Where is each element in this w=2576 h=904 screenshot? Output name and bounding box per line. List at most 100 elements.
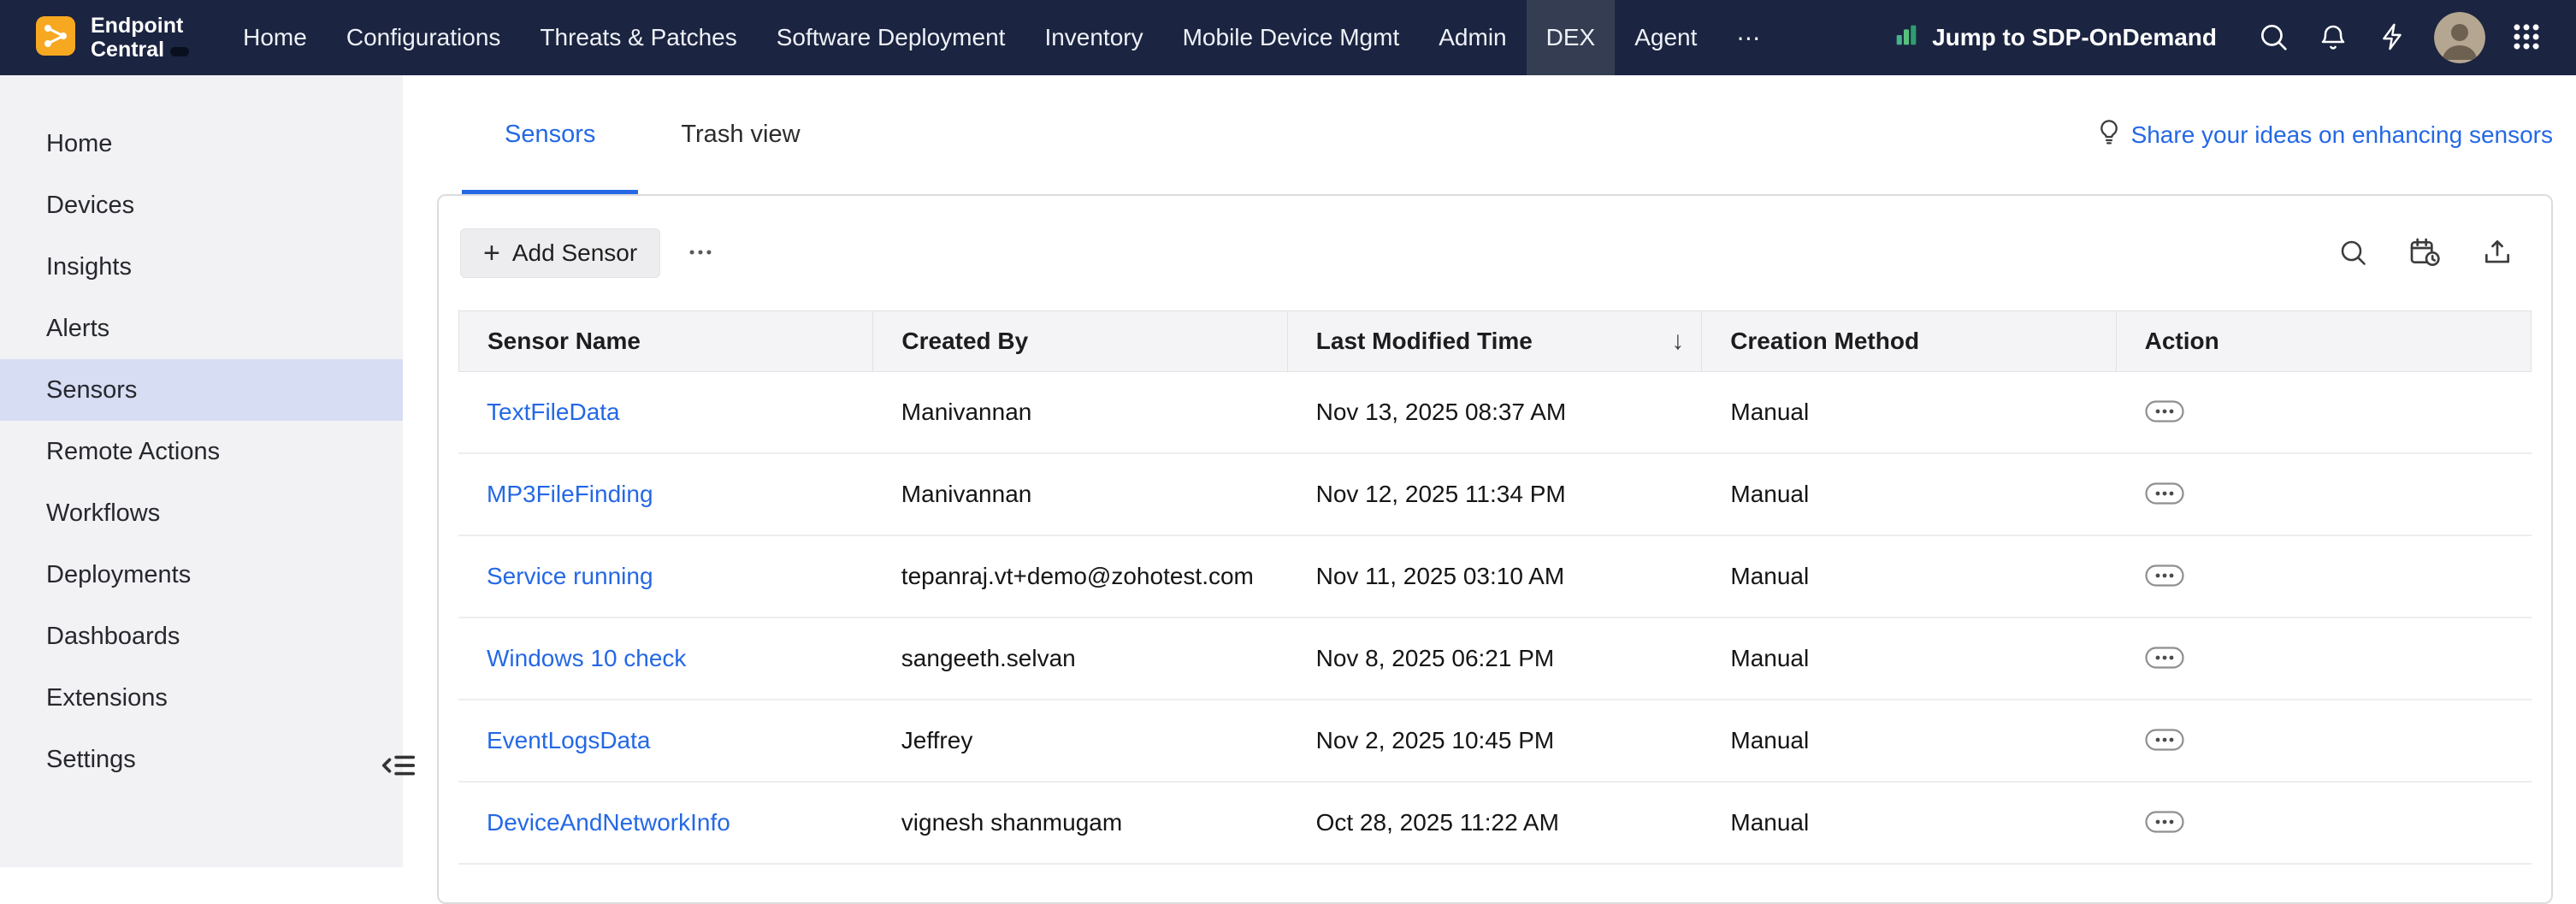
row-actions-button[interactable]: [2145, 647, 2184, 671]
table-row: EventLogsData Jeffrey Nov 2, 2025 10:45 …: [458, 700, 2532, 783]
sort-descending-icon: ↓: [1671, 327, 1684, 356]
navbar-item-admin[interactable]: Admin: [1419, 0, 1526, 75]
column-header-last-modified-time[interactable]: Last Modified Time ↓: [1288, 311, 1702, 371]
sensor-name-link[interactable]: DeviceAndNetworkInfo: [487, 809, 730, 836]
modified-time-cell: Nov 13, 2025 08:37 AM: [1288, 372, 1703, 452]
column-header-creation-method[interactable]: Creation Method: [1702, 311, 2116, 371]
created-by-cell: Jeffrey: [873, 700, 1288, 781]
column-header-action[interactable]: Action: [2117, 311, 2531, 371]
row-actions-button[interactable]: [2145, 482, 2184, 507]
creation-method-cell: Manual: [1702, 536, 2117, 617]
sensor-name-link[interactable]: EventLogsData: [487, 727, 650, 754]
navbar-item-inventory[interactable]: Inventory: [1025, 0, 1162, 75]
sensor-name-link[interactable]: TextFileData: [487, 399, 620, 426]
navbar-item-software-deployment[interactable]: Software Deployment: [757, 0, 1025, 75]
sensor-name-cell: MP3FileFinding: [458, 454, 873, 535]
tab-trash-view[interactable]: Trash view: [638, 75, 842, 194]
row-actions-button[interactable]: [2145, 564, 2184, 589]
share-ideas-link[interactable]: Share your ideas on enhancing sensors: [2095, 75, 2553, 194]
row-actions-ellipsis-icon: [2145, 400, 2184, 425]
share-ideas-label: Share your ideas on enhancing sensors: [2131, 121, 2553, 149]
action-cell: [2117, 454, 2532, 535]
modified-time-cell: Oct 28, 2025 11:22 AM: [1288, 783, 1703, 863]
modified-time-cell: Nov 2, 2025 10:45 PM: [1288, 700, 1703, 781]
table-row: Windows 10 check sangeeth.selvan Nov 8, …: [458, 618, 2532, 700]
navbar-item-agent[interactable]: Agent: [1615, 0, 1716, 75]
sidebar-item-workflows[interactable]: Workflows: [0, 482, 403, 544]
toolbar-icons: [2337, 235, 2514, 272]
sensor-name-cell: TextFileData: [458, 372, 873, 452]
row-actions-button[interactable]: [2145, 811, 2184, 836]
navbar-right: Jump to SDP-OnDemand: [1893, 0, 2576, 75]
navbar-item-more[interactable]: ⋯: [1716, 0, 1780, 75]
row-actions-ellipsis-icon: [2145, 729, 2184, 753]
tabs: SensorsTrash view: [462, 75, 843, 194]
ellipsis-icon: [686, 238, 715, 269]
add-sensor-button[interactable]: + Add Sensor: [460, 228, 660, 278]
sidebar-item-alerts[interactable]: Alerts: [0, 298, 403, 359]
notifications-button[interactable]: [2314, 19, 2352, 56]
sidebar-item-remote-actions[interactable]: Remote Actions: [0, 421, 403, 482]
creation-method-cell: Manual: [1702, 783, 2117, 863]
brand[interactable]: Endpoint Central: [0, 0, 223, 75]
sidebar-item-extensions[interactable]: Extensions: [0, 667, 403, 729]
navbar-item-dex[interactable]: DEX: [1527, 0, 1616, 75]
quick-actions-button[interactable]: [2374, 19, 2412, 56]
created-by-cell: sangeeth.selvan: [873, 618, 1288, 699]
scheduled-view-icon: [2408, 235, 2442, 272]
jump-to-sdp-link[interactable]: Jump to SDP-OnDemand: [1893, 21, 2217, 55]
action-cell: [2117, 700, 2532, 781]
action-cell: [2117, 372, 2532, 452]
action-cell: [2117, 783, 2532, 863]
sensor-name-link[interactable]: MP3FileFinding: [487, 481, 653, 508]
sidebar-items: HomeDevicesInsightsAlertsSensorsRemote A…: [0, 113, 403, 790]
table-search-button[interactable]: [2337, 237, 2368, 270]
sidebar-item-devices[interactable]: Devices: [0, 174, 403, 236]
row-actions-button[interactable]: [2145, 400, 2184, 425]
search-icon: [2257, 21, 2289, 56]
table-row: DeviceAndNetworkInfo vignesh shanmugam O…: [458, 783, 2532, 865]
scheduled-view-button[interactable]: [2408, 235, 2442, 272]
export-button[interactable]: [2481, 236, 2514, 271]
creation-method-cell: Manual: [1702, 700, 2117, 781]
sensor-name-cell: EventLogsData: [458, 700, 873, 781]
sidebar-item-dashboards[interactable]: Dashboards: [0, 606, 403, 667]
row-actions-button[interactable]: [2145, 729, 2184, 753]
table-header: Sensor Name Created By Last Modified Tim…: [458, 310, 2532, 372]
sensor-name-link[interactable]: Service running: [487, 563, 653, 590]
row-actions-ellipsis-icon: [2145, 647, 2184, 671]
tab-sensors[interactable]: Sensors: [462, 75, 638, 194]
column-header-sensor-name[interactable]: Sensor Name: [459, 311, 873, 371]
sidebar-item-insights[interactable]: Insights: [0, 236, 403, 298]
navbar-item-home[interactable]: Home: [223, 0, 327, 75]
created-by-cell: tepanraj.vt+demo@zohotest.com: [873, 536, 1288, 617]
creation-method-cell: Manual: [1702, 454, 2117, 535]
user-avatar[interactable]: [2434, 12, 2485, 63]
sidebar-item-deployments[interactable]: Deployments: [0, 544, 403, 606]
modified-time-cell: Nov 12, 2025 11:34 PM: [1288, 454, 1703, 535]
action-cell: [2117, 618, 2532, 699]
brand-badge: [170, 47, 189, 56]
table-row: TextFileData Manivannan Nov 13, 2025 08:…: [458, 372, 2532, 454]
search-button[interactable]: [2254, 19, 2292, 56]
sensor-name-link[interactable]: Windows 10 check: [487, 645, 686, 672]
sensor-name-cell: Service running: [458, 536, 873, 617]
navbar-item-threats-patches[interactable]: Threats & Patches: [520, 0, 756, 75]
created-by-cell: vignesh shanmugam: [873, 783, 1288, 863]
jump-to-sdp-label: Jump to SDP-OnDemand: [1932, 24, 2217, 51]
column-header-created-by[interactable]: Created By: [873, 311, 1287, 371]
table-body: TextFileData Manivannan Nov 13, 2025 08:…: [458, 372, 2532, 865]
modified-time-cell: Nov 8, 2025 06:21 PM: [1288, 618, 1703, 699]
sidebar: HomeDevicesInsightsAlertsSensorsRemote A…: [0, 75, 403, 867]
apps-launcher-button[interactable]: [2508, 19, 2545, 56]
sidebar-collapse-button[interactable]: [378, 746, 419, 787]
creation-method-cell: Manual: [1702, 618, 2117, 699]
sidebar-item-home[interactable]: Home: [0, 113, 403, 174]
sidebar-item-sensors[interactable]: Sensors: [0, 359, 403, 421]
navbar-item-mobile-device-mgmt[interactable]: Mobile Device Mgmt: [1163, 0, 1420, 75]
more-actions-button[interactable]: [686, 238, 715, 269]
sidebar-item-settings[interactable]: Settings: [0, 729, 403, 790]
action-cell: [2117, 536, 2532, 617]
table-search-icon: [2337, 237, 2368, 270]
navbar-item-configurations[interactable]: Configurations: [327, 0, 521, 75]
